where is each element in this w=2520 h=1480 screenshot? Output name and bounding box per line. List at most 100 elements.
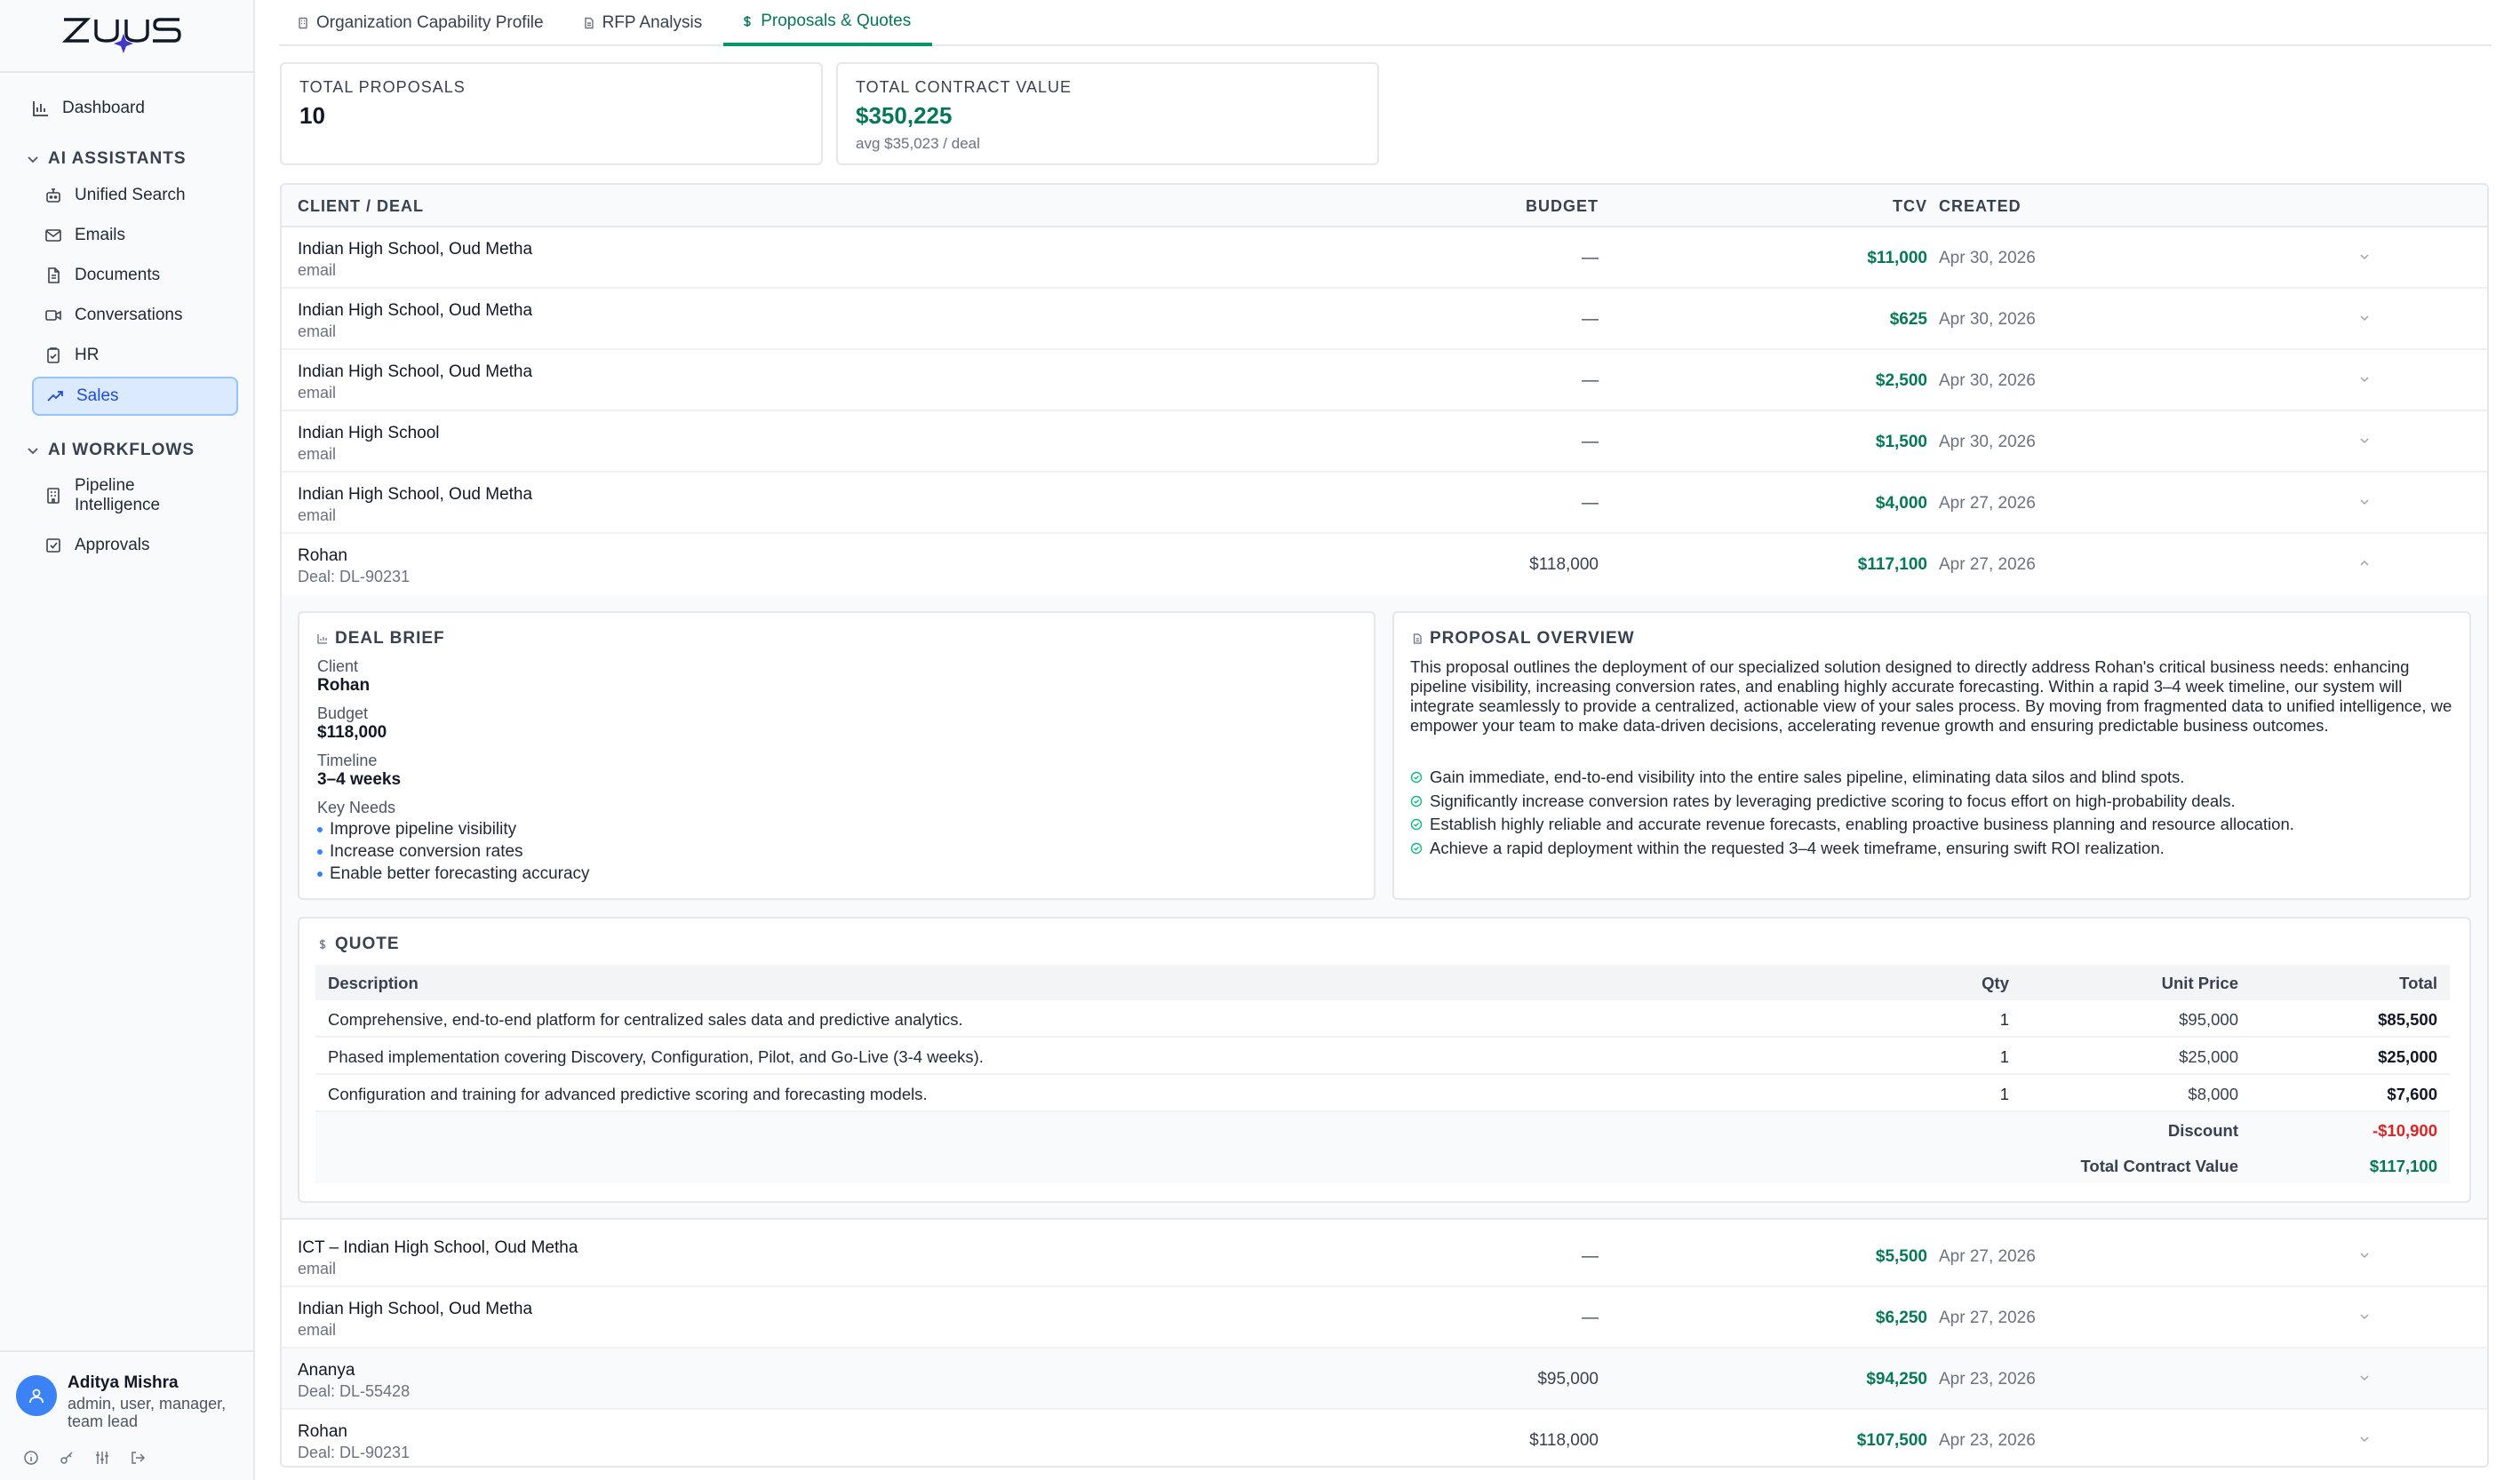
table-row[interactable]: Ananya Deal: DL-55428 $95,000 $94,250 Apr… [282, 1349, 2487, 1410]
budget-cell: — [1582, 310, 1599, 329]
building-icon [297, 17, 309, 29]
logo[interactable] [0, 0, 253, 73]
sidebar-item-unified-search[interactable]: Unified Search [44, 178, 186, 213]
client-name: Indian High School, Oud Metha [298, 362, 533, 381]
table-row[interactable]: Indian High School, Oud Metha email — $2,… [282, 350, 2487, 411]
quote-line: Phased implementation covering Discovery… [315, 1038, 2450, 1075]
tab-rfp-analysis[interactable]: RFP Analysis [565, 0, 724, 46]
table-row[interactable]: Indian High School, Oud Metha email — $62… [282, 289, 2487, 350]
sliders-icon[interactable] [94, 1450, 110, 1466]
created-cell: Apr 27, 2026 [1939, 494, 2036, 513]
tcv-cell: $6,250 [1875, 1309, 1927, 1327]
table-row[interactable]: Rohan Deal: DL-90231 $118,000 $107,500 Ap… [282, 1410, 2487, 1466]
chart-icon [317, 633, 328, 644]
timeline-label: Timeline [317, 752, 378, 769]
sidebar-item-emails[interactable]: Emails [44, 218, 125, 253]
chevron-down-icon[interactable] [2358, 312, 2371, 324]
user-name: Aditya Mishra [68, 1373, 179, 1392]
client-source: Deal: DL-90231 [298, 1444, 411, 1461]
sidebar-item-conversations[interactable]: Conversations [44, 298, 182, 333]
tab-organization-capability-profile[interactable]: Organization Capability Profile [279, 0, 565, 46]
table-row[interactable]: Indian High School, Oud Metha email — $11… [282, 227, 2487, 289]
client-name: Indian High School, Oud Metha [298, 1300, 533, 1318]
client-name: Indian High School, Oud Metha [298, 485, 533, 504]
chevron-down-icon[interactable] [2358, 496, 2371, 508]
sidebar-item-label: Documents [75, 266, 161, 284]
quote-tcv-row: Total Contract Value $117,100 [315, 1148, 2450, 1183]
proposal-details: DEAL BRIEF Client Rohan Budget $118,000 … [282, 595, 2487, 1220]
sidebar-item-pipeline-intelligence[interactable]: Pipeline Intelligence [44, 476, 181, 517]
overview-bullet: Achieve a rapid deployment within the re… [1410, 837, 2457, 861]
panel-title-text: QUOTE [335, 935, 400, 953]
client-cell: Indian High School, Oud Metha email [298, 301, 532, 341]
user-profile: Aditya Mishra admin, user, manager, team… [0, 1350, 253, 1480]
overview-text: This proposal outlines the deployment of… [1410, 657, 2452, 735]
budget-cell: — [1582, 1309, 1599, 1327]
stat-value: 10 [299, 102, 325, 129]
budget-cell: $118,000 [1529, 1431, 1599, 1450]
column-header-tcv[interactable]: TCV [1893, 197, 1927, 216]
line-qty: 1 [1999, 1085, 2009, 1103]
chevron-down-icon[interactable] [2358, 1310, 2371, 1323]
chevron-up-icon[interactable] [2358, 557, 2371, 569]
table-row[interactable]: Indian High School, Oud Metha email — $4,… [282, 473, 2487, 534]
quote-line: Configuration and training for advanced … [315, 1075, 2450, 1112]
stat-label: TOTAL CONTRACT VALUE [856, 78, 1073, 96]
sidebar-item-sales[interactable]: Sales [32, 377, 238, 416]
client-cell: Rohan Deal: DL-90231 [298, 1422, 410, 1462]
overview-bullet: Establish highly reliable and accurate r… [1410, 813, 2457, 837]
logout-icon[interactable] [130, 1450, 146, 1466]
created-cell: Apr 27, 2026 [1939, 1247, 2036, 1266]
tcv-cell: $5,500 [1875, 1247, 1927, 1266]
chevron-down-icon[interactable] [2358, 1249, 2371, 1261]
client-source: Deal: DL-55428 [298, 1382, 411, 1400]
sidebar-item-label: HR [75, 346, 100, 364]
sidebar-item-dashboard[interactable]: Dashboard [32, 91, 145, 126]
check-circle-icon [1410, 842, 1423, 855]
chevron-down-icon[interactable] [2358, 251, 2371, 263]
building-icon [44, 487, 62, 505]
user-icon [29, 1388, 44, 1404]
tab-proposals-quotes[interactable]: Proposals & Quotes [723, 0, 933, 46]
quote-col-total: Total [2399, 974, 2437, 992]
table-row[interactable]: Indian High School email — $1,500 Apr 30,… [282, 411, 2487, 473]
quote-col-description: Description [328, 974, 419, 992]
stat-subtext: avg $35,023 / deal [856, 135, 980, 152]
created-cell: Apr 30, 2026 [1939, 310, 2036, 329]
document-icon [1412, 633, 1423, 644]
chevron-down-icon[interactable] [2358, 434, 2371, 447]
section-ai-workflows[interactable]: AI WORKFLOWS [27, 441, 195, 460]
info-icon[interactable] [23, 1450, 39, 1466]
tcv-cell: $107,500 [1856, 1431, 1927, 1450]
column-header-client[interactable]: CLIENT / DEAL [298, 197, 424, 216]
chevron-down-icon[interactable] [2358, 1433, 2371, 1445]
sidebar-item-label: Conversations [75, 306, 183, 324]
sidebar-item-documents[interactable]: Documents [44, 258, 160, 293]
column-header-budget[interactable]: BUDGET [1526, 197, 1599, 216]
quote-line: Comprehensive, end-to-end platform for c… [315, 1000, 2450, 1038]
created-cell: Apr 27, 2026 [1939, 1309, 2036, 1327]
table-row[interactable]: ICT – Indian High School, Oud Metha email… [282, 1226, 2487, 1287]
trending-up-icon [46, 387, 64, 405]
proposals-table: CLIENT / DEAL BUDGET TCV CREATED Indian … [280, 183, 2489, 1468]
chevron-down-icon[interactable] [2358, 1372, 2371, 1384]
sidebar-item-hr[interactable]: HR [44, 338, 99, 373]
key-icon[interactable] [59, 1450, 75, 1466]
deal-brief-panel: DEAL BRIEF Client Rohan Budget $118,000 … [298, 611, 1376, 900]
panel-title: DEAL BRIEF [317, 629, 445, 648]
column-header-created[interactable]: CREATED [1939, 197, 2022, 216]
table-row[interactable]: Indian High School, Oud Metha email — $6,… [282, 1287, 2487, 1349]
avatar[interactable] [16, 1375, 57, 1416]
client-source: email [298, 1321, 337, 1339]
sidebar-item-approvals[interactable]: Approvals [44, 528, 150, 563]
created-cell: Apr 30, 2026 [1939, 249, 2036, 267]
dollar-icon [741, 15, 754, 28]
client-source: email [298, 506, 337, 524]
client-name: Rohan [298, 1422, 347, 1441]
key-need-item: Increase conversion rates [317, 842, 590, 862]
budget-label: Budget [317, 704, 369, 722]
table-row-expanded[interactable]: Rohan Deal: DL-90231 $118,000 $117,100 Ap… [282, 534, 2487, 595]
chevron-down-icon[interactable] [2358, 373, 2371, 386]
section-ai-assistants[interactable]: AI ASSISTANTS [27, 149, 187, 169]
client-source: email [298, 384, 337, 402]
